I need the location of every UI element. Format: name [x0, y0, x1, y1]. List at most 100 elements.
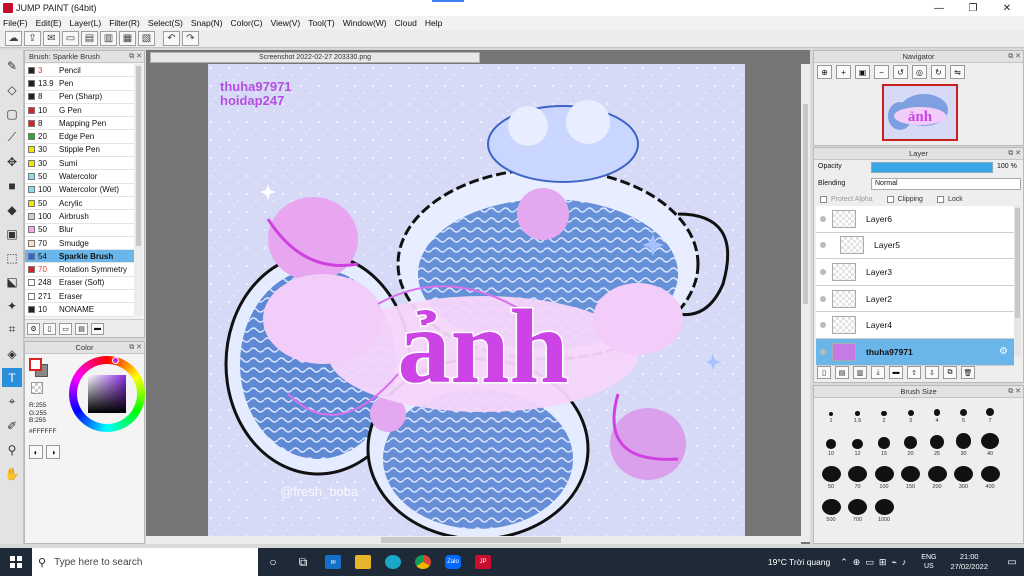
shape-fill-tool-icon[interactable]: ■ — [2, 176, 22, 195]
menu-tool[interactable]: Tool(T) — [308, 18, 334, 28]
layer-row[interactable]: Layer6 — [816, 206, 1014, 233]
navigator-close-icon[interactable]: ⧉ ✕ — [1008, 52, 1021, 61]
canvas-vertical-scrollbar[interactable] — [801, 64, 810, 542]
layer-row[interactable]: thuha97971 ⚙ — [816, 338, 1014, 366]
new-layer-icon[interactable]: ▯ — [817, 366, 831, 379]
saturation-value-square[interactable] — [88, 375, 126, 413]
close-button[interactable]: ✕ — [990, 0, 1024, 16]
magic-wand-tool-icon[interactable]: ✦ — [2, 296, 22, 315]
brush-size-option[interactable]: 1 — [818, 400, 844, 424]
clipping-checkbox[interactable]: Clipping — [886, 196, 923, 203]
zoom-out-icon[interactable]: − — [874, 65, 889, 79]
layer-visibility-icon[interactable] — [820, 242, 826, 249]
start-button[interactable] — [0, 548, 32, 576]
brush-size-option[interactable]: 50 — [818, 466, 844, 490]
layer-row[interactable]: Layer3 — [816, 259, 1014, 286]
menu-snap[interactable]: Snap(N) — [191, 18, 223, 28]
zalo-app-icon[interactable]: Zalo — [438, 548, 468, 576]
color-panel-close-icon[interactable]: ⧉ ✕ — [129, 343, 142, 352]
menu-select[interactable]: Select(S) — [148, 18, 183, 28]
menu-layer[interactable]: Layer(L) — [70, 18, 102, 28]
brush-size-option[interactable]: 40 — [977, 433, 1003, 457]
document-tab[interactable]: Screenshot 2022-02-27 203330.png — [150, 52, 480, 63]
blending-select[interactable]: Normal — [871, 178, 1021, 190]
brush-item[interactable]: 50 Acrylic — [25, 196, 134, 211]
select-pen-tool-icon[interactable]: ⬕ — [2, 272, 22, 291]
delete-layer-icon[interactable]: 🗑 — [961, 366, 975, 379]
layer-settings-gear-icon[interactable]: ⚙ — [999, 346, 1008, 357]
file-explorer-icon[interactable] — [348, 548, 378, 576]
brush-item[interactable]: 3 Pencil — [25, 64, 134, 78]
brush-item[interactable]: 248 Eraser (Soft) — [25, 276, 134, 291]
lock-checkbox[interactable]: Lock — [936, 196, 963, 203]
chrome-browser-icon[interactable] — [408, 548, 438, 576]
brush-size-option[interactable]: 100 — [871, 466, 897, 490]
brush-size-option[interactable]: 15 — [871, 433, 897, 457]
menu-view[interactable]: View(V) — [271, 18, 301, 28]
notification-icon[interactable]: ▭ — [1000, 557, 1024, 568]
rotate-left-icon[interactable]: ↺ — [893, 65, 908, 79]
brush-item[interactable]: 70 Smudge — [25, 236, 134, 251]
taskbar-clock[interactable]: 21:00 27/02/2022 — [950, 552, 988, 572]
text-tool-icon[interactable]: T — [2, 368, 22, 387]
layer-visibility-icon[interactable] — [820, 295, 826, 302]
operation-tool-icon[interactable]: ⌖ — [2, 392, 22, 411]
minimize-button[interactable]: — — [922, 0, 956, 16]
brush-size-option[interactable]: 7 — [977, 400, 1003, 424]
brush-size-option[interactable]: 500 — [818, 499, 844, 523]
brush-size-option[interactable]: 30 — [951, 433, 977, 457]
zoom-fit-icon[interactable]: ⊕ — [817, 65, 832, 79]
brush-size-option[interactable]: 1.5 — [845, 400, 871, 424]
brush-tool-icon[interactable]: ✎ — [2, 56, 22, 75]
layer-mask-icon[interactable]: ▥ — [853, 366, 867, 379]
brush-item[interactable]: 54 Sparkle Brush — [25, 250, 134, 264]
menu-file[interactable]: File(F) — [3, 18, 28, 28]
menu-cloud[interactable]: Cloud — [395, 18, 417, 28]
hue-handle[interactable] — [112, 357, 119, 364]
menu-window[interactable]: Window(W) — [343, 18, 387, 28]
layer-link-icon[interactable]: ⧉ — [943, 366, 957, 379]
comment-icon[interactable]: ✉ — [43, 31, 60, 46]
tray-icons[interactable]: ⌃⊕▭⊞⌁♪ — [840, 557, 911, 568]
brush-size-option[interactable]: 1000 — [871, 499, 897, 523]
brush-size-option[interactable]: 400 — [977, 466, 1003, 490]
brush-size-option[interactable]: 300 — [951, 466, 977, 490]
palette-icon[interactable]: ◐ — [29, 445, 43, 459]
actual-size-icon[interactable]: ▣ — [855, 65, 870, 79]
brush-item[interactable]: 8 Mapping Pen — [25, 117, 134, 131]
rect-select-tool-icon[interactable]: ▢ — [2, 104, 22, 123]
layer-move-up-icon[interactable]: ⇧ — [907, 366, 921, 379]
brush-size-option[interactable]: 10 — [818, 433, 844, 457]
panel-close-icon[interactable]: ⧉ ✕ — [129, 52, 142, 61]
layer-panel-close-icon[interactable]: ⧉ ✕ — [1008, 149, 1021, 158]
artwork-canvas[interactable]: ảnh thuha97971 hoidap247 @fresh_boba — [208, 64, 745, 539]
brush-size-option[interactable]: 2 — [871, 400, 897, 424]
protect-alpha-checkbox[interactable]: Protect Alpha — [820, 196, 873, 203]
brush-settings-icon[interactable]: ⚙ — [27, 322, 40, 335]
select-eraser-tool-icon[interactable]: ◈ — [2, 344, 22, 363]
redo-icon[interactable]: ↷ — [182, 31, 199, 46]
taskbar-search-box[interactable]: ⚲ Type here to search — [32, 548, 258, 576]
brush-folder-icon[interactable]: ▬ — [91, 322, 104, 335]
color-slider-icon[interactable]: ◑ — [46, 445, 60, 459]
gradient-tool-icon[interactable]: ▣ — [2, 224, 22, 243]
brush-size-option[interactable]: 4 — [924, 400, 950, 424]
task-view-icon[interactable]: ⧉ — [288, 548, 318, 576]
foreground-color-swatch[interactable] — [29, 358, 42, 371]
brush-size-option[interactable]: 12 — [845, 433, 871, 457]
undo-icon[interactable]: ↶ — [163, 31, 180, 46]
brush-item[interactable]: 70 Rotation Symmetry — [25, 263, 134, 277]
jump-paint-taskbar-icon[interactable]: JP — [468, 548, 498, 576]
brush-copy-icon[interactable]: ▭ — [59, 322, 72, 335]
brush-item[interactable]: 10 G Pen — [25, 103, 134, 118]
brush-size-close-icon[interactable]: ⧉ ✕ — [1008, 387, 1021, 396]
rotate-right-icon[interactable]: ↻ — [931, 65, 946, 79]
cloud-icon[interactable]: ☁ — [5, 31, 22, 46]
chat-icon[interactable]: ▭ — [62, 31, 79, 46]
new-brush-icon[interactable]: ▯ — [43, 322, 56, 335]
brush-size-option[interactable]: 3 — [898, 400, 924, 424]
layer-visibility-icon[interactable] — [820, 215, 826, 222]
menu-edit[interactable]: Edit(E) — [36, 18, 62, 28]
brush-list-scrollbar[interactable] — [134, 64, 143, 316]
lasso-select-tool-icon[interactable]: ⬚ — [2, 248, 22, 267]
